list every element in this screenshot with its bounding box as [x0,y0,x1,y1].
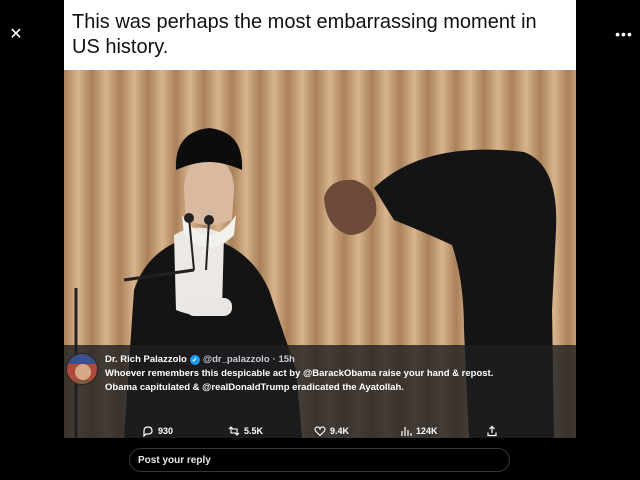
like-count: 9.4K [330,426,350,436]
repost-count: 5.5K [244,426,264,436]
image-caption-bar: This was perhaps the most embarrassing m… [64,0,576,70]
share-icon [487,425,497,437]
reply-input[interactable]: Post your reply [129,448,510,472]
tweet-text: Whoever remembers this despicable act by… [105,368,494,393]
repost-icon [228,426,240,436]
reply-icon [143,426,153,437]
heart-icon [314,426,326,437]
tweet-header: Dr. Rich Palazzolo ✓ @dr_palazzolo · 15h [105,354,295,365]
image-caption: This was perhaps the most embarrassing m… [72,11,537,58]
reply-count: 930 [158,426,174,436]
verified-badge-icon: ✓ [189,354,200,365]
views-icon [401,427,412,436]
share-action[interactable] [486,425,498,437]
reply-action[interactable]: 930 [142,425,173,437]
close-icon: ✕ [9,26,23,43]
views-count: 124K [416,426,438,436]
more-options-button[interactable]: ••• [612,22,636,46]
author-name[interactable]: Dr. Rich Palazzolo [105,354,187,365]
action-bar: 930 5.5K 9.4K 124K [142,425,502,439]
like-action[interactable]: 9.4K [314,425,349,437]
close-button[interactable]: ✕ [4,22,28,46]
tweet-time: · 15h [272,354,295,365]
repost-action[interactable]: 5.5K [228,425,263,437]
more-icon: ••• [615,26,633,42]
avatar[interactable] [66,353,98,385]
reply-placeholder: Post your reply [138,454,211,466]
views-action[interactable]: 124K [400,425,438,437]
author-handle[interactable]: @dr_palazzolo [203,354,270,365]
